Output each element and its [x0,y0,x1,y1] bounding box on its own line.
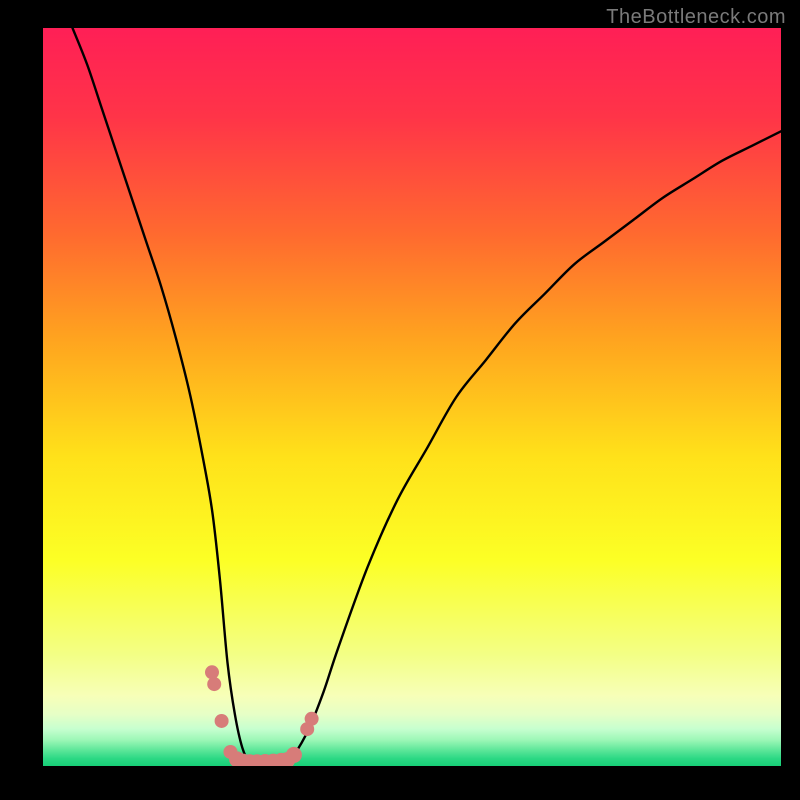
data-point [205,665,219,679]
plot-area [43,28,781,766]
data-point [215,714,229,728]
data-point [207,677,221,691]
data-point [305,712,319,726]
chart-frame: TheBottleneck.com [0,0,800,800]
data-point [286,747,302,763]
bottleneck-chart [43,28,781,766]
watermark-text: TheBottleneck.com [606,6,786,29]
gradient-background [43,28,781,766]
